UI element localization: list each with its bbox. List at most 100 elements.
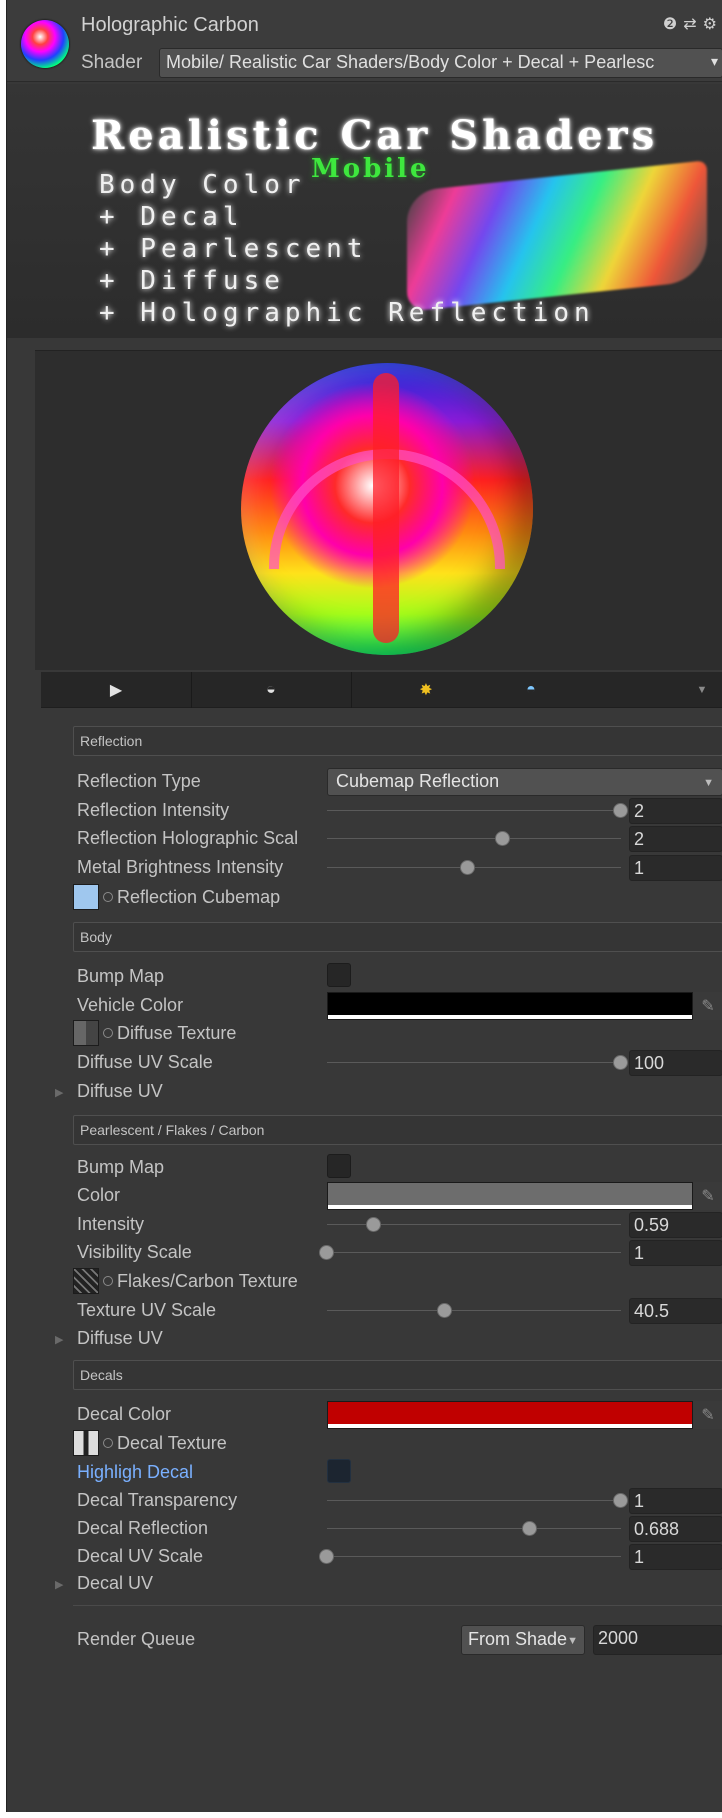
holographic-scale-thumb[interactable] bbox=[495, 831, 511, 846]
pearl-diffuse-uv-foldout[interactable]: Diffuse UV bbox=[77, 1328, 163, 1349]
pearl-intensity-field[interactable]: 0.59 bbox=[629, 1212, 722, 1238]
object-picker-icon[interactable] bbox=[103, 892, 113, 902]
pearl-color-label: Color bbox=[77, 1185, 121, 1205]
texture-uv-scale-field[interactable]: 40.5 bbox=[629, 1298, 722, 1324]
reflection-intensity-field[interactable]: 2 bbox=[629, 798, 722, 824]
body-bump-map-toggle[interactable] bbox=[327, 963, 351, 987]
decal-uv-scale-thumb[interactable] bbox=[319, 1549, 334, 1564]
highlight-decal-toggle[interactable] bbox=[327, 1459, 351, 1483]
texture-uv-scale-thumb[interactable] bbox=[436, 1303, 452, 1318]
decal-texture-slot[interactable] bbox=[73, 1430, 99, 1456]
reflection-type-dropdown[interactable]: Cubemap Reflection ▼ bbox=[327, 768, 722, 796]
help-icon[interactable]: ❷ bbox=[663, 16, 683, 33]
highlight-decal-label: Highligh Decal bbox=[77, 1462, 194, 1482]
decal-uv-foldout[interactable]: Decal UV bbox=[77, 1573, 153, 1594]
decal-texture-label[interactable]: Decal Texture bbox=[103, 1433, 227, 1454]
texture-uv-scale-track[interactable] bbox=[327, 1310, 621, 1311]
metal-brightness-label: Metal Brightness Intensity bbox=[77, 857, 284, 877]
decal-transparency-label: Decal Transparency bbox=[77, 1490, 238, 1510]
decal-reflection-thumb[interactable] bbox=[521, 1521, 537, 1536]
decal-uv-scale-label: Decal UV Scale bbox=[77, 1546, 204, 1566]
diffuse-uv-scale-label: Diffuse UV Scale bbox=[77, 1052, 213, 1072]
vehicle-color-label: Vehicle Color bbox=[77, 995, 184, 1015]
visibility-scale-label: Visibility Scale bbox=[77, 1242, 192, 1262]
render-queue-label: Render Queue bbox=[77, 1629, 196, 1649]
gear-icon[interactable]: ⚙ bbox=[703, 16, 722, 33]
material-preview-icon bbox=[21, 20, 69, 68]
divider bbox=[73, 1605, 722, 1606]
eyedropper-icon[interactable]: ✎ bbox=[693, 1401, 722, 1429]
material-inspector: Holographic Carbon ❷⇄⚙ Shader Mobile/ Re… bbox=[6, 0, 722, 1812]
preset-icon[interactable]: ⇄ bbox=[683, 16, 702, 33]
shader-dropdown[interactable]: Mobile/ Realistic Car Shaders/Body Color… bbox=[159, 48, 722, 78]
reflection-intensity-thumb[interactable] bbox=[613, 803, 628, 818]
holographic-scale-track[interactable] bbox=[327, 838, 621, 839]
flakes-texture-slot[interactable] bbox=[73, 1268, 99, 1294]
decal-color-field[interactable] bbox=[327, 1401, 693, 1429]
object-picker-icon[interactable] bbox=[103, 1276, 113, 1286]
decal-texture-text: Decal Texture bbox=[117, 1433, 227, 1453]
holographic-scale-field[interactable]: 2 bbox=[629, 826, 722, 852]
header-icons: ❷⇄⚙ bbox=[663, 14, 722, 34]
shader-dropdown-value: Mobile/ Realistic Car Shaders/Body Color… bbox=[166, 52, 655, 72]
object-picker-icon[interactable] bbox=[103, 1028, 113, 1038]
decal-reflection-label: Decal Reflection bbox=[77, 1518, 209, 1538]
visibility-scale-field[interactable]: 1 bbox=[629, 1240, 722, 1266]
body-bump-map-label: Bump Map bbox=[77, 966, 165, 986]
reflection-type-label: Reflection Type bbox=[77, 771, 201, 791]
pearl-color-field[interactable] bbox=[327, 1182, 693, 1210]
decal-reflection-track[interactable] bbox=[327, 1528, 621, 1529]
pearl-intensity-thumb[interactable] bbox=[366, 1217, 382, 1232]
diffuse-texture-slot[interactable] bbox=[73, 1020, 99, 1046]
eyedropper-icon[interactable]: ✎ bbox=[693, 1182, 722, 1210]
visibility-scale-thumb[interactable] bbox=[319, 1245, 334, 1260]
flakes-texture-text: Flakes/Carbon Texture bbox=[117, 1271, 298, 1291]
diffuse-uv-scale-field[interactable]: 100 bbox=[629, 1050, 722, 1076]
section-pearlescent-header: Pearlescent / Flakes / Carbon bbox=[73, 1115, 722, 1145]
foldout-arrow-icon[interactable]: ▶ bbox=[55, 1333, 63, 1346]
play-icon[interactable]: ▶ bbox=[41, 672, 191, 708]
render-queue-mode-dropdown[interactable]: From Shade ▼ bbox=[461, 1625, 585, 1655]
chevron-down-icon: ▼ bbox=[703, 777, 714, 789]
render-queue-value-field[interactable]: 2000 bbox=[593, 1625, 722, 1655]
diffuse-uv-scale-thumb[interactable] bbox=[613, 1055, 628, 1070]
body-diffuse-uv-foldout[interactable]: Diffuse UV bbox=[77, 1081, 163, 1102]
object-picker-icon[interactable] bbox=[103, 1438, 113, 1448]
alpha-bar bbox=[328, 1205, 692, 1209]
vehicle-color-field[interactable] bbox=[327, 992, 693, 1020]
shader-banner: Realistic Car Shaders Mobile Body Color … bbox=[7, 84, 722, 338]
foldout-arrow-icon[interactable]: ▶ bbox=[55, 1086, 63, 1099]
metal-brightness-field[interactable]: 1 bbox=[629, 855, 722, 881]
banner-line: Body Color bbox=[99, 170, 306, 200]
decal-uv-scale-track[interactable] bbox=[327, 1556, 621, 1557]
diffuse-texture-label[interactable]: Diffuse Texture bbox=[103, 1023, 236, 1044]
reflection-cubemap-slot[interactable] bbox=[73, 884, 99, 910]
banner-line: + Diffuse bbox=[99, 266, 285, 296]
sphere-icon[interactable]: ◒ bbox=[191, 672, 351, 708]
flakes-texture-label[interactable]: Flakes/Carbon Texture bbox=[103, 1271, 298, 1292]
banner-line: + Decal bbox=[99, 202, 244, 232]
dropdown-arrow-icon[interactable]: ▼ bbox=[681, 672, 722, 708]
visibility-scale-track[interactable] bbox=[327, 1252, 621, 1253]
reflection-intensity-track[interactable] bbox=[327, 810, 621, 811]
eyedropper-icon[interactable]: ✎ bbox=[693, 992, 722, 1020]
diffuse-uv-scale-track[interactable] bbox=[327, 1062, 621, 1063]
decal-transparency-field[interactable]: 1 bbox=[629, 1488, 722, 1514]
holographic-scale-label: Reflection Holographic Scal bbox=[77, 828, 299, 848]
material-name: Holographic Carbon bbox=[81, 14, 259, 36]
texture-uv-scale-label: Texture UV Scale bbox=[77, 1300, 217, 1320]
pearl-bump-map-toggle[interactable] bbox=[327, 1154, 351, 1178]
material-preview[interactable] bbox=[35, 350, 722, 670]
render-queue-mode-value: From Shade bbox=[468, 1629, 568, 1649]
decal-transparency-track[interactable] bbox=[327, 1500, 621, 1501]
decal-transparency-thumb[interactable] bbox=[613, 1493, 628, 1508]
decal-reflection-field[interactable]: 0.688 bbox=[629, 1516, 722, 1542]
skybox-sphere-icon[interactable]: ◓ bbox=[501, 672, 561, 708]
chevron-down-icon: ▾ bbox=[710, 53, 718, 69]
light-icon[interactable]: ✸ bbox=[351, 672, 501, 708]
decal-uv-scale-field[interactable]: 1 bbox=[629, 1544, 722, 1570]
preview-sphere bbox=[241, 363, 533, 655]
reflection-cubemap-label[interactable]: Reflection Cubemap bbox=[103, 887, 280, 908]
metal-brightness-thumb[interactable] bbox=[460, 860, 476, 875]
foldout-arrow-icon[interactable]: ▶ bbox=[55, 1578, 63, 1591]
